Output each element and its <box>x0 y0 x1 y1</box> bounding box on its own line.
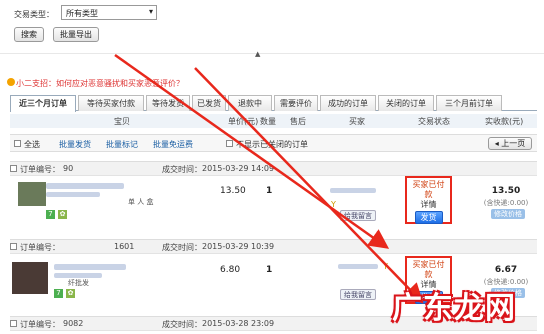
column-unit-price: 单价(元) <box>228 117 259 126</box>
hide-closed-checkbox[interactable] <box>226 140 233 147</box>
tab-successful[interactable]: 成功的订单 <box>320 95 376 111</box>
order-number-label: 订单编号： <box>20 320 60 329</box>
paid-amount: 6.67 <box>494 265 518 275</box>
tab-older-than-three-months[interactable]: 三个月前订单 <box>436 95 502 111</box>
section-divider <box>0 53 544 54</box>
unit-price: 6.80 <box>220 265 241 275</box>
quantity: 1 <box>266 265 273 275</box>
tab-closed[interactable]: 关闭的订单 <box>378 95 434 111</box>
watermark-logo: 广东龙网 <box>392 291 516 326</box>
unit-price: 13.50 <box>220 186 246 196</box>
trade-type-select[interactable]: 所有类型 ▾ <box>61 5 157 20</box>
wangwang-icon[interactable]: Y <box>383 262 388 271</box>
product-thumbnail[interactable] <box>18 182 46 206</box>
batch-mark-link[interactable]: 批量标记 <box>106 139 138 150</box>
buyer-name-redacted[interactable] <box>330 188 376 193</box>
trade-status-box: 买家已付款 详情 发货 <box>405 176 452 224</box>
select-all-label: 全选 <box>24 140 40 149</box>
batch-ship-link[interactable]: 批量发货 <box>59 139 91 150</box>
order-header: 订单编号： 1601 成交时间： 2015-03-29 10:39 <box>10 239 537 254</box>
deal-time-label: 成交时间： <box>162 243 202 252</box>
column-quantity: 数量 <box>260 117 276 126</box>
tab-refunding[interactable]: 退款中 <box>228 95 272 111</box>
leave-message-button[interactable]: 给我留言 <box>340 210 376 221</box>
collapse-up-icon[interactable]: ▲ <box>255 50 260 58</box>
batch-export-button[interactable]: 批量导出 <box>53 27 99 42</box>
order-number: 9082 <box>63 319 84 328</box>
search-button[interactable]: 搜索 <box>14 27 44 42</box>
product-title-tail: 纤批发 <box>68 279 89 287</box>
product-thumbnail[interactable] <box>12 262 48 294</box>
product-title-tail: 单 人 盒 <box>128 198 154 206</box>
trade-type-value: 所有类型 <box>66 9 98 18</box>
tab-awaiting-shipment[interactable]: 等待发货 <box>146 95 190 111</box>
deal-time: 2015-03-29 14:09 <box>202 164 275 173</box>
trade-status: 买家已付款 <box>412 180 445 199</box>
deal-time: 2015-03-29 10:39 <box>202 242 275 251</box>
table-header: 宝贝 单价(元) 数量 售后 买家 交易状态 实收款(元) <box>10 114 537 128</box>
paid-shipping-note: (含快递:0.00) <box>483 199 529 207</box>
badge-icon: ✿ <box>66 289 75 298</box>
chevron-down-icon: ▾ <box>148 7 153 16</box>
product-title-redacted[interactable] <box>54 264 126 270</box>
order-number: 1601 <box>114 242 135 251</box>
order-checkbox[interactable] <box>10 320 17 327</box>
badge-icon: ✿ <box>58 210 67 219</box>
order-tabs: 近三个月订单 等待买家付款 等待发货 已发货 退款中 需要评价 成功的订单 关闭… <box>10 95 537 112</box>
paid-amount: 13.50 <box>491 186 521 196</box>
product-title-redacted[interactable] <box>46 183 124 189</box>
deal-time-label: 成交时间： <box>162 165 202 174</box>
select-all-checkbox[interactable] <box>14 140 21 147</box>
wangwang-icon[interactable]: Y <box>331 200 336 209</box>
order-management-page: 交易类型： 所有类型 ▾ 搜索 批量导出 ▲ 小二支招：如何应对恶意骚扰和买家恶… <box>0 0 544 334</box>
batch-action-bar: 全选 批量发货 批量标记 批量免运费 不显示已关闭的订单 ◂ 上一页 <box>10 134 537 152</box>
prev-page-button[interactable]: ◂ 上一页 <box>488 137 532 150</box>
quantity: 1 <box>266 186 273 196</box>
order-checkbox[interactable] <box>10 243 17 250</box>
order-header: 订单编号： 90 成交时间： 2015-03-29 14:09 <box>10 161 537 176</box>
trade-type-label: 交易类型： <box>14 10 54 19</box>
order-number-label: 订单编号： <box>20 243 60 252</box>
guarantee-icon: 7 <box>46 210 55 219</box>
trade-status: 买家已付款 <box>412 260 445 279</box>
tab-needs-review[interactable]: 需要评价 <box>274 95 318 111</box>
hide-closed-label: 不显示已关闭的订单 <box>236 140 308 149</box>
buyer-name-redacted[interactable] <box>338 264 378 269</box>
deal-time-label: 成交时间： <box>162 320 202 329</box>
column-after-sale: 售后 <box>290 117 306 126</box>
ship-button[interactable]: 发货 <box>414 211 443 224</box>
guarantee-icon: 7 <box>54 289 63 298</box>
lightbulb-icon <box>7 78 15 86</box>
order-number: 90 <box>63 164 74 173</box>
modify-price-button[interactable]: 修改价格 <box>491 209 525 219</box>
prev-page-label: 上一页 <box>501 139 526 148</box>
column-item: 宝贝 <box>114 117 130 126</box>
batch-free-shipping-link[interactable]: 批量免运费 <box>153 139 193 150</box>
tab-awaiting-payment[interactable]: 等待买家付款 <box>78 95 144 111</box>
column-buyer: 买家 <box>349 117 365 126</box>
tips-link[interactable]: 小二支招：如何应对恶意骚扰和买家恶意评价？ <box>16 78 184 89</box>
leave-message-button[interactable]: 给我留言 <box>340 289 376 300</box>
tab-recent-three-months[interactable]: 近三个月订单 <box>10 95 76 112</box>
prev-arrow-icon: ◂ <box>494 139 499 148</box>
product-title-redacted-2 <box>46 192 100 197</box>
deal-time: 2015-03-28 23:09 <box>202 319 275 328</box>
order-checkbox[interactable] <box>10 165 17 172</box>
column-amount-received: 实收款(元) <box>485 117 524 126</box>
detail-link[interactable]: 详情 <box>410 200 447 210</box>
column-trade-status: 交易状态 <box>418 117 450 126</box>
tab-shipped[interactable]: 已发货 <box>192 95 226 111</box>
order-number-label: 订单编号： <box>20 165 60 174</box>
